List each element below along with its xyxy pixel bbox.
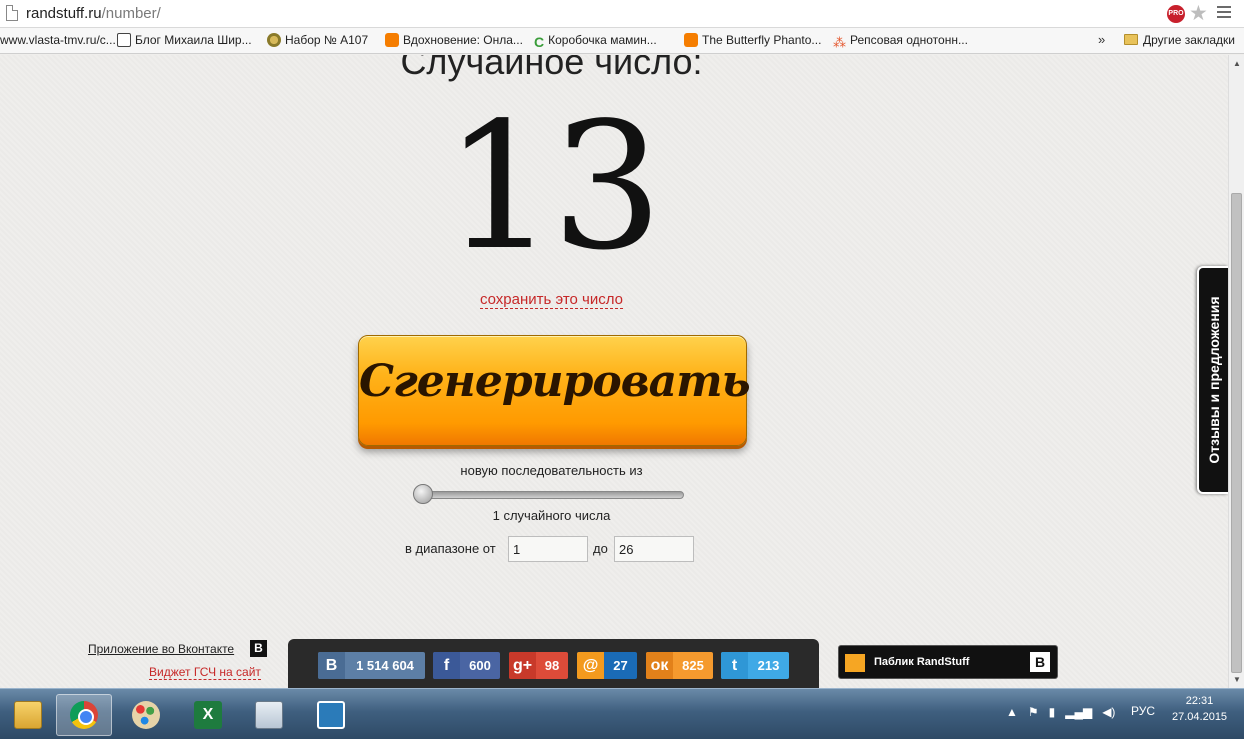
sequence-label: новую последовательность из: [460, 463, 643, 478]
chrome-menu-icon[interactable]: [1217, 6, 1231, 20]
language-indicator[interactable]: РУС: [1131, 704, 1155, 718]
more-bookmarks-chevron[interactable]: »: [1098, 32, 1105, 47]
count-label: 1 случайного числа: [492, 508, 611, 523]
scroll-thumb[interactable]: [1231, 193, 1242, 673]
share-facebook-button[interactable]: f 600: [433, 652, 500, 679]
vk-public-label: Паблик RandStuff: [874, 656, 970, 668]
url-text[interactable]: randstuff.ru/number/: [26, 5, 161, 22]
taskbar-excel[interactable]: X: [180, 694, 236, 736]
share-count: 600: [469, 658, 491, 673]
photo-viewer-icon: [317, 701, 345, 729]
share-count: 98: [544, 658, 560, 673]
twitter-icon: t: [721, 652, 748, 679]
randstuff-logo-icon: [845, 654, 865, 672]
share-count: 825: [682, 658, 704, 673]
taskbar-photo-viewer[interactable]: [303, 694, 359, 736]
pro-extension-icon[interactable]: PRO: [1167, 5, 1185, 23]
range-from-input[interactable]: [508, 536, 588, 562]
facebook-icon: f: [433, 652, 460, 679]
vk-icon: B: [1030, 652, 1050, 672]
system-tray[interactable]: ▲ ⚑ ▮ ▂▄▆ ◀): [1006, 705, 1115, 719]
share-google-plus-button[interactable]: g+ 98: [509, 652, 568, 679]
save-number-link[interactable]: сохранить это число: [479, 291, 624, 309]
blogger-icon: [684, 33, 698, 47]
other-bookmarks[interactable]: Другие закладки: [1124, 33, 1235, 47]
bookmark-item[interactable]: Блог Михаила Шир...: [117, 33, 252, 47]
taskbar-chrome[interactable]: [56, 694, 112, 736]
range-to-input[interactable]: [614, 536, 694, 562]
mail-ru-icon: @: [577, 652, 604, 679]
count-slider-track[interactable]: [419, 491, 684, 499]
share-mail-ru-button[interactable]: @27: [577, 652, 637, 679]
vk-public-button[interactable]: Паблик RandStuff B: [838, 645, 1058, 679]
vk-icon[interactable]: B: [250, 640, 267, 657]
share-twitter-button[interactable]: t 213: [721, 652, 789, 679]
page-scrollbar[interactable]: ▲ ▼: [1228, 55, 1244, 688]
taskbar-calculator[interactable]: [241, 694, 297, 736]
taskbar-paint[interactable]: [118, 694, 174, 736]
page-content: Случайное число: 13 сохранить это число …: [0, 55, 1228, 688]
page-title: Случайное число:: [400, 55, 703, 82]
blogger-icon: [385, 33, 399, 47]
windows-taskbar: X ▲ ⚑ ▮ ▂▄▆ ◀) РУС 22:31 27.04.2015: [0, 688, 1244, 739]
taskbar-explorer[interactable]: [0, 694, 56, 736]
calculator-icon: [255, 701, 283, 729]
scroll-up-arrow-icon[interactable]: ▲: [1233, 59, 1241, 68]
bookmark-item[interactable]: The Butterfly Phanto...: [684, 33, 821, 47]
grid-icon: [267, 33, 281, 47]
generate-button-label: Сгенерировать: [359, 356, 751, 407]
bookmark-item[interactable]: Вдохновение: Онла...: [385, 33, 523, 47]
bookmarks-bar: www.vlasta-tmv.ru/c... Блог Михаила Шир.…: [0, 28, 1244, 54]
share-bar: B 1 514 604 f 600 g+ 98 @27 ок 825 t 213: [288, 639, 819, 688]
feedback-tab-label: Отзывы и предложения: [1205, 296, 1222, 464]
range-to-label: до: [593, 541, 608, 556]
bookmark-star-icon[interactable]: ★: [1189, 1, 1208, 26]
clock[interactable]: 22:31 27.04.2015: [1172, 693, 1227, 725]
bookmark-item[interactable]: Набор № А107: [267, 33, 368, 47]
share-odnoklassniki-button[interactable]: ок 825: [646, 652, 713, 679]
clock-date: 27.04.2015: [1172, 711, 1228, 723]
range-label: в диапазоне от: [405, 541, 496, 556]
vk-app-link[interactable]: Приложение во Вконтакте: [88, 642, 234, 656]
widget-link[interactable]: Виджет ГСЧ на сайт: [149, 665, 261, 680]
share-count: 1 514 604: [356, 658, 414, 673]
count-slider-handle[interactable]: [413, 484, 433, 504]
feedback-tab[interactable]: Отзывы и предложения: [1197, 266, 1228, 494]
ribbon-icon: ⁂: [833, 35, 846, 50]
google-plus-icon: g+: [509, 652, 536, 679]
share-count: 27: [613, 658, 628, 673]
url-domain: randstuff.ru: [26, 5, 102, 22]
clock-time: 22:31: [1185, 695, 1214, 707]
bookmark-item[interactable]: www.vlasta-tmv.ru/c...: [0, 33, 116, 47]
bookmark-item[interactable]: ⁂ Репсовая однотонн...: [833, 33, 968, 50]
url-path: /number/: [101, 5, 161, 22]
leaf-icon: C: [534, 34, 545, 50]
address-bar[interactable]: randstuff.ru/number/ PRO ★: [0, 0, 1244, 28]
vk-icon: B: [318, 652, 345, 679]
chrome-icon: [70, 701, 98, 729]
generate-button[interactable]: Сгенерировать: [358, 335, 751, 446]
excel-icon: X: [194, 701, 222, 729]
bookmark-item[interactable]: C Коробочка мамин...: [534, 33, 657, 50]
random-number: 13: [444, 86, 663, 289]
odnoklassniki-icon: ок: [646, 652, 673, 679]
folder-icon: [1124, 34, 1138, 45]
explorer-icon: [14, 701, 42, 729]
save-number-link-wrap: сохранить это число: [0, 291, 1103, 309]
scroll-down-arrow-icon[interactable]: ▼: [1233, 675, 1241, 684]
blog-icon: [117, 33, 131, 47]
share-vk-button[interactable]: B 1 514 604: [318, 652, 425, 679]
page-icon: [6, 5, 18, 21]
share-count: 213: [757, 658, 780, 673]
paint-icon: [132, 701, 160, 729]
